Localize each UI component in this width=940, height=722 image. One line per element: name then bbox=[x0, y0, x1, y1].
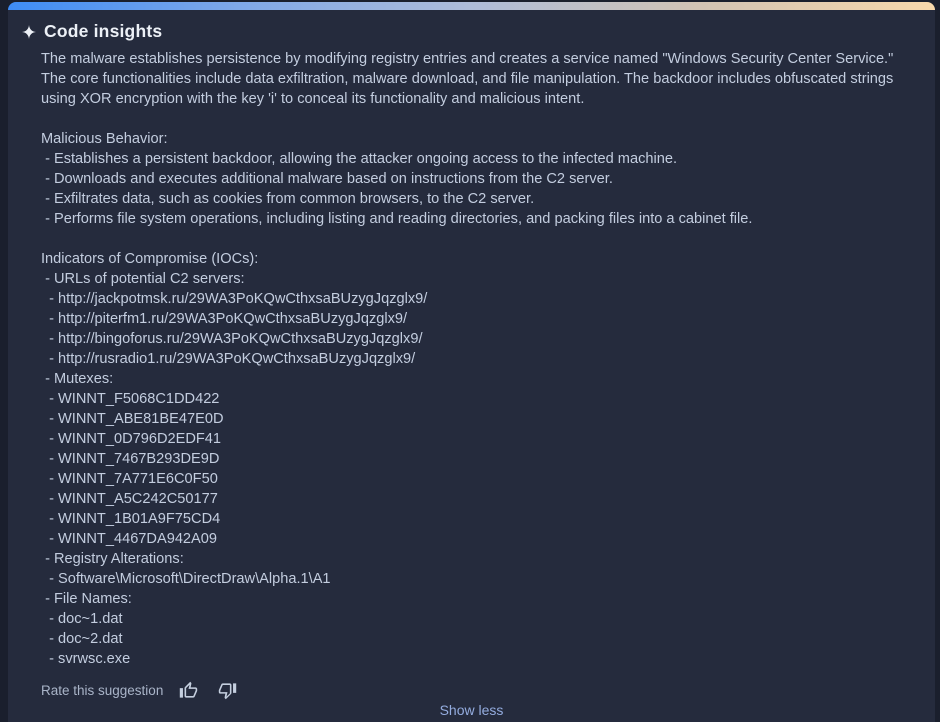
page-title: Code insights bbox=[44, 21, 163, 41]
show-less-button[interactable]: Show less bbox=[8, 702, 935, 718]
gradient-accent-bar bbox=[8, 2, 935, 10]
insight-body-text: The malware establishes persistence by m… bbox=[41, 51, 894, 667]
page-background: { "header": { "title": "Code insights", … bbox=[0, 0, 940, 722]
code-insights-card: Code insights The malware establishes pe… bbox=[8, 2, 935, 722]
rate-label: Rate this suggestion bbox=[41, 682, 164, 698]
sparkle-icon bbox=[22, 24, 36, 39]
thumbs-down-button[interactable] bbox=[217, 680, 237, 700]
thumbs-up-button[interactable] bbox=[178, 680, 198, 700]
card-header: Code insights bbox=[22, 21, 162, 42]
thumbs-down-icon bbox=[218, 682, 237, 699]
thumbs-up-icon bbox=[179, 681, 198, 698]
rate-row: Rate this suggestion bbox=[41, 679, 237, 701]
